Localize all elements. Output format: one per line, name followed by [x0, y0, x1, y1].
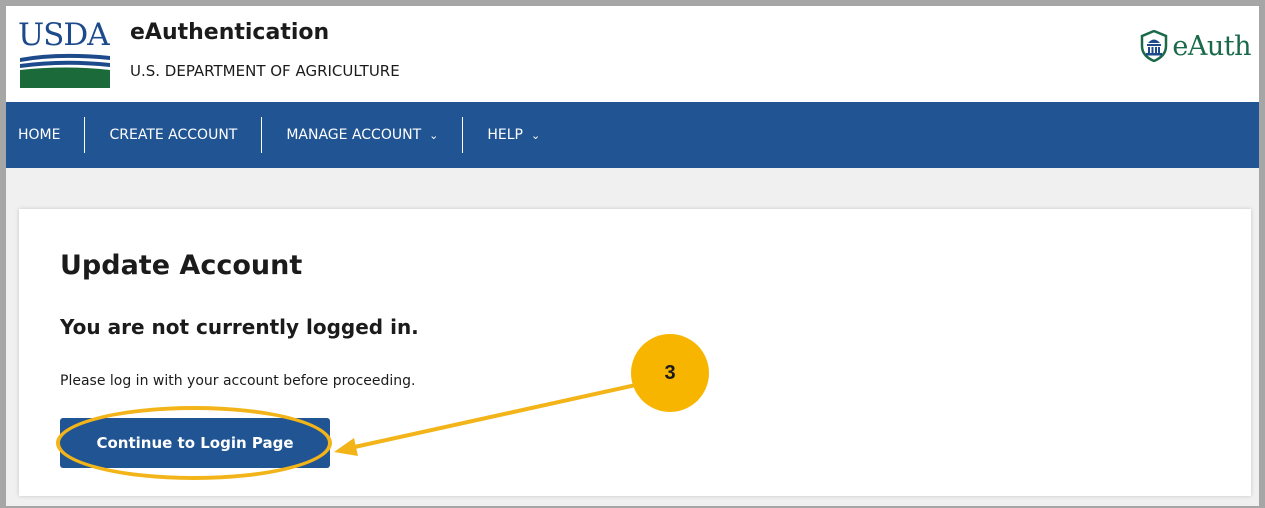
- capitol-shield-icon: [1141, 30, 1168, 62]
- agency-name: U.S. DEPARTMENT OF AGRICULTURE: [130, 62, 400, 80]
- usda-logo[interactable]: USDA: [18, 18, 112, 88]
- nav-item-label: HELP: [487, 127, 523, 143]
- main-nav: HOME CREATE ACCOUNT MANAGE ACCOUNT ⌄ HEL…: [6, 102, 1259, 168]
- eauth-logo-text: eAuth: [1172, 30, 1251, 62]
- login-instructions: Please log in with your account before p…: [60, 373, 416, 389]
- nav-item-manage-account[interactable]: MANAGE ACCOUNT ⌄: [262, 117, 464, 153]
- login-status-heading: You are not currently logged in.: [60, 315, 419, 339]
- nav-item-label: HOME: [18, 127, 61, 143]
- site-name[interactable]: eAuthentication: [130, 20, 329, 45]
- nav-item-help[interactable]: HELP ⌄: [463, 117, 564, 153]
- nav-item-label: CREATE ACCOUNT: [109, 127, 238, 143]
- chevron-down-icon: ⌄: [530, 128, 541, 142]
- nav-item-home[interactable]: HOME: [6, 117, 86, 153]
- page-title: Update Account: [60, 250, 303, 281]
- update-account-card: Update Account You are not currently log…: [19, 209, 1251, 496]
- continue-to-login-button[interactable]: Continue to Login Page: [60, 418, 330, 468]
- eauth-logo[interactable]: eAuth: [1140, 28, 1251, 64]
- step-number-badge: 3: [631, 334, 709, 412]
- nav-item-label: MANAGE ACCOUNT: [286, 127, 422, 143]
- nav-item-create-account[interactable]: CREATE ACCOUNT: [85, 117, 263, 153]
- usda-logo-graphic: [20, 53, 110, 88]
- site-header: USDA eAuthentication U.S. DEPARTMENT OF …: [6, 6, 1259, 102]
- chevron-down-icon: ⌄: [429, 128, 439, 142]
